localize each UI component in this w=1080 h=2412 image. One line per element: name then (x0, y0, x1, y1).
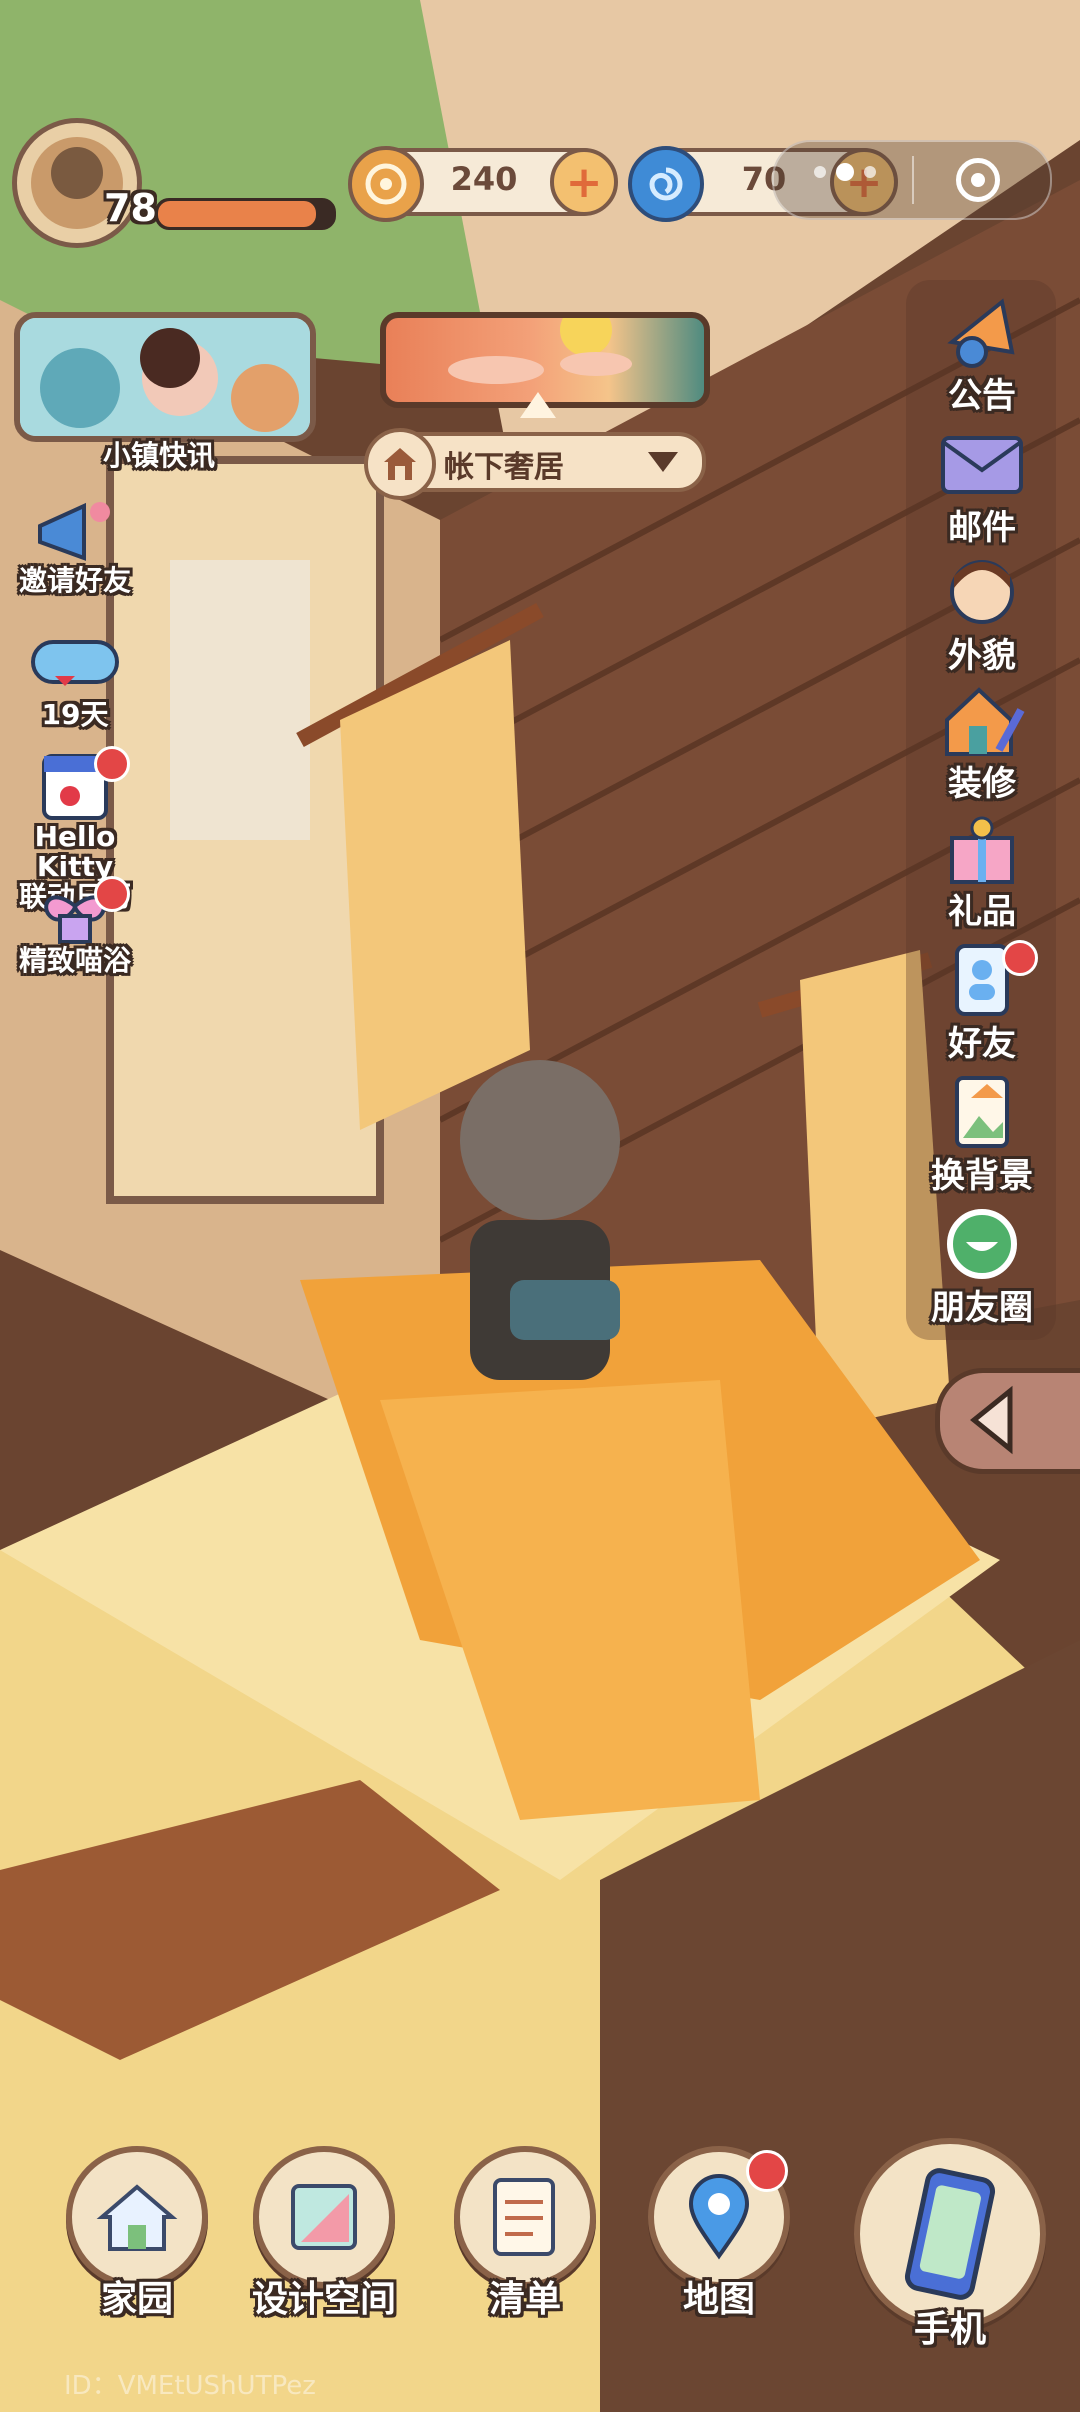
friends-button[interactable]: 好友 (922, 940, 1042, 1065)
gift-button[interactable]: 礼品 (922, 808, 1042, 933)
appearance-icon (950, 560, 1014, 624)
countdown-days-label: 19天 (41, 698, 109, 731)
nav-phone-label: 手机 (913, 2309, 986, 2350)
swirl-gem-icon (628, 146, 704, 222)
megaphone-icon (38, 502, 110, 561)
nav-phone[interactable]: 手机 (854, 2138, 1046, 2352)
mail-icon (941, 436, 1023, 494)
announcement-button[interactable]: 公告 (922, 292, 1042, 417)
background-icon (955, 1076, 1009, 1148)
friends-label: 好友 (948, 1024, 1016, 1064)
event-countdown-button[interactable]: 19天 (10, 632, 140, 730)
chevron-left-icon (970, 1385, 1013, 1455)
exp-bar (155, 198, 336, 230)
invite-friends-label: 邀请好友 (18, 564, 131, 597)
moments-icon (947, 1209, 1017, 1279)
list-icon (493, 2178, 555, 2256)
player-id-text: ID：VMEtUShUTPez (64, 2371, 316, 2401)
notification-dot (1002, 940, 1038, 976)
mail-button[interactable]: 邮件 (922, 424, 1042, 549)
nav-list[interactable]: 清单 (454, 2146, 596, 2322)
announcement-label: 公告 (948, 376, 1016, 416)
time-indicator-icon (520, 392, 556, 418)
invite-friends-button[interactable]: 邀请好友 (10, 498, 140, 596)
announcement-icon (947, 298, 1015, 368)
gift-icon (950, 816, 1014, 884)
moments-label: 朋友圈 (931, 1288, 1033, 1328)
goggles-icon (31, 640, 119, 686)
decorate-button[interactable]: 装修 (922, 680, 1042, 805)
appearance-button[interactable]: 外貌 (922, 552, 1042, 677)
home-icon (96, 2184, 178, 2251)
sun-cloud-icon (448, 304, 632, 384)
location-selector[interactable]: 帐下奢居 (364, 428, 706, 500)
cat-bath-label: 精致喵浴 (18, 944, 131, 977)
change-background-button[interactable]: 换背景 (922, 1072, 1042, 1197)
town-news-banner[interactable] (14, 312, 316, 442)
coin-counter: 240 + (348, 146, 618, 222)
nav-design-space[interactable]: 设计空间 (252, 2146, 396, 2322)
nav-map[interactable]: 地图 (648, 2146, 790, 2322)
nav-map-label: 地图 (682, 2279, 755, 2320)
nav-list-label: 清单 (488, 2279, 561, 2320)
collapse-menu-tab[interactable] (935, 1368, 1080, 1474)
notification-dot (746, 2150, 788, 2192)
exp-bar-fill (158, 201, 316, 227)
phone-icon (904, 2168, 996, 2300)
appearance-label: 外貌 (948, 636, 1016, 676)
location-name: 帐下奢居 (444, 450, 564, 485)
chevron-down-icon (648, 452, 678, 472)
cat-bath-button[interactable]: 精致喵浴 (10, 876, 140, 976)
more-options-icon[interactable] (814, 163, 876, 181)
nav-home-label: 家园 (100, 2279, 173, 2320)
change-background-label: 换背景 (931, 1156, 1033, 1196)
close-target-icon[interactable] (956, 158, 1000, 202)
nav-home[interactable]: 家园 (66, 2146, 208, 2322)
coin-value: 240 (450, 160, 518, 198)
calendar-label-line1: Hello Kitty (34, 820, 116, 883)
map-pin-icon (688, 2174, 750, 2260)
notification-dot (94, 746, 130, 782)
news-banner-image (20, 318, 310, 436)
design-icon (291, 2184, 357, 2250)
decorate-label: 装修 (948, 764, 1016, 804)
decorate-icon (945, 687, 1025, 756)
player-level: 78 (104, 186, 157, 230)
mail-label: 邮件 (948, 508, 1016, 548)
nav-design-label: 设计空间 (252, 2279, 397, 2320)
town-news-label: 小镇快讯 (102, 439, 215, 472)
house-icon (364, 428, 436, 500)
moments-button[interactable]: 朋友圈 (922, 1204, 1042, 1329)
gift-label: 礼品 (948, 892, 1016, 932)
add-coin-button[interactable]: + (550, 148, 618, 216)
notification-dot (94, 876, 130, 912)
mini-program-capsule (772, 140, 1052, 220)
coin-icon (348, 146, 424, 222)
